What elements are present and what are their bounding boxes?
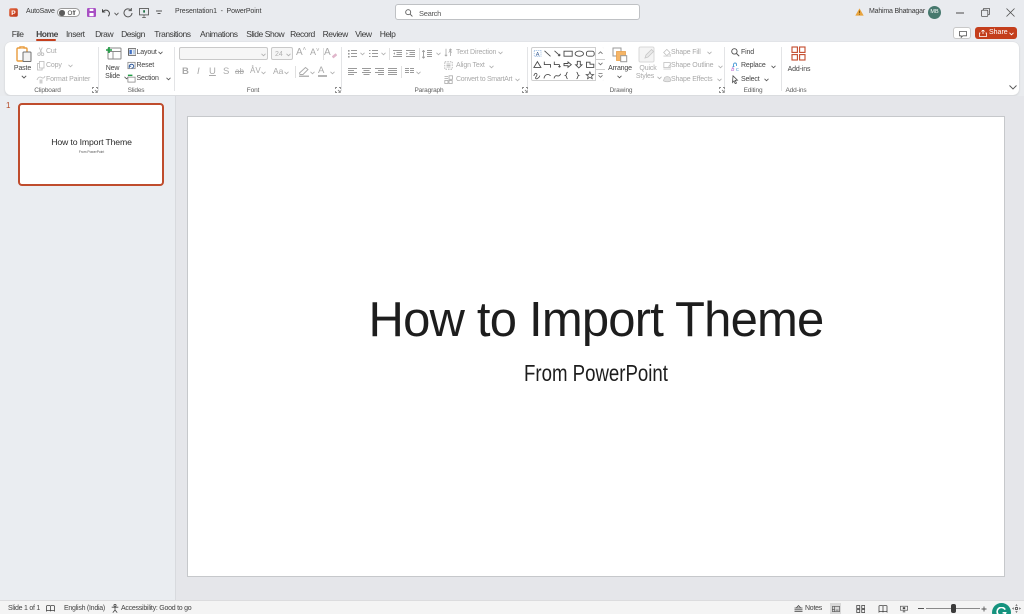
svg-text:A: A [536,52,540,58]
svg-text:c: c [736,66,739,70]
svg-text:b: b [731,66,734,70]
svg-text:P: P [11,10,16,17]
